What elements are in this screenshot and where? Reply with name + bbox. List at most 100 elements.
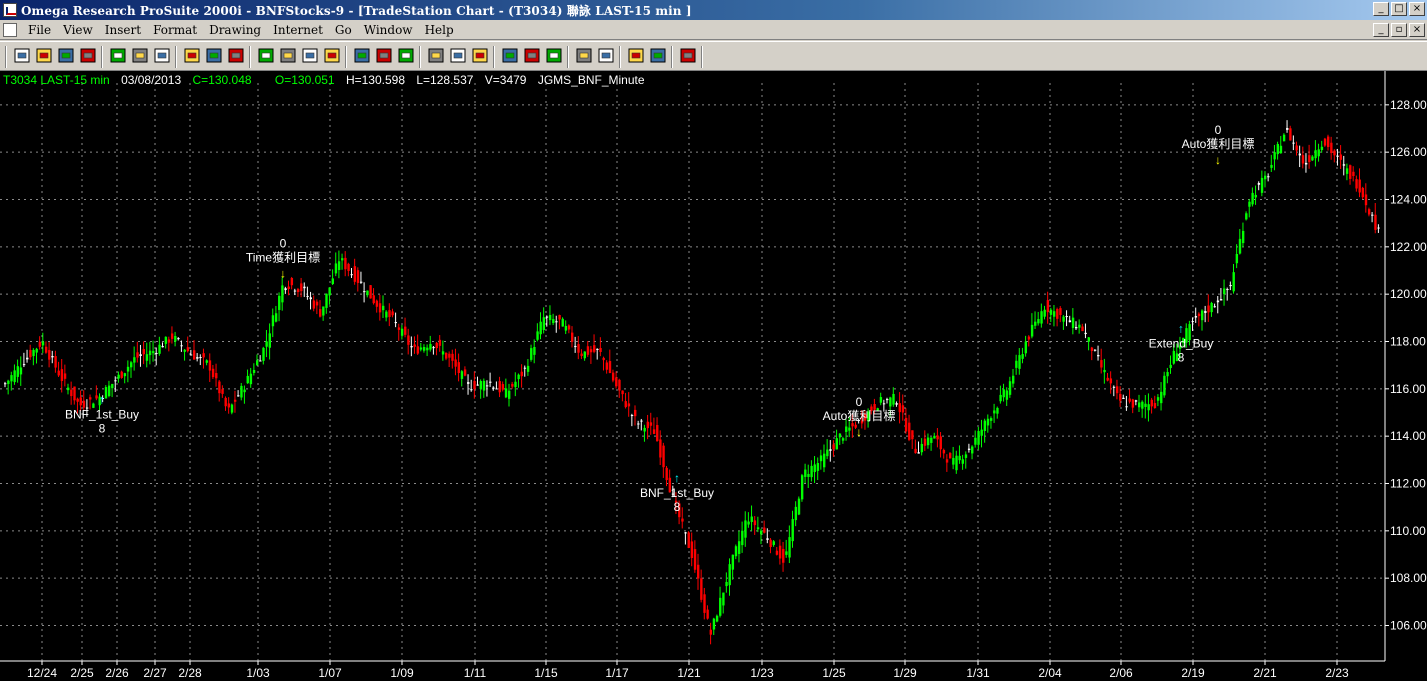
price-bar [974, 437, 977, 445]
doc-minimize-button[interactable]: _ [1373, 23, 1389, 37]
price-bar [971, 446, 974, 454]
price-bar [637, 423, 640, 425]
toolbar-separator [619, 46, 621, 68]
drawing-tool-icon[interactable] [448, 46, 468, 66]
price-bar [949, 453, 952, 459]
menu-insert[interactable]: Insert [99, 23, 147, 37]
price-bar [697, 564, 700, 579]
scroll-right-icon[interactable] [256, 46, 276, 66]
cross-hair-icon[interactable] [500, 46, 520, 66]
price-bar [1219, 299, 1223, 301]
format-analysis-icon[interactable] [152, 46, 172, 66]
document-icon[interactable] [3, 22, 17, 37]
price-bar [1128, 398, 1131, 402]
price-bar [501, 384, 505, 390]
price-bar [189, 354, 193, 356]
trendline-icon[interactable] [470, 46, 490, 66]
status-close: C=130.048 [192, 73, 252, 87]
print-preview-icon[interactable] [130, 46, 150, 66]
menu-file[interactable]: File [22, 23, 57, 37]
menu-view[interactable]: View [57, 23, 99, 37]
expand-chart-icon[interactable] [300, 46, 320, 66]
price-bar [530, 348, 533, 360]
doc-close-button[interactable]: × [1409, 23, 1425, 37]
price-bar [1068, 320, 1072, 323]
menu-drawing[interactable]: Drawing [203, 23, 267, 37]
chart-area[interactable]: T3034 LAST-15 min 03/08/2013 C=130.048 O… [0, 71, 1427, 681]
global-icon[interactable] [648, 46, 668, 66]
bar-chart-icon[interactable] [374, 46, 394, 66]
price-bar [523, 367, 527, 369]
price-bar [958, 455, 961, 461]
close-button[interactable]: × [1409, 2, 1425, 16]
data-window-icon[interactable] [352, 46, 372, 66]
time-shift-icon[interactable] [522, 46, 542, 66]
price-bar [832, 444, 835, 450]
pointer-icon[interactable] [626, 46, 646, 66]
price-bar [722, 592, 725, 606]
menu-internet[interactable]: Internet [267, 23, 329, 37]
save-icon[interactable] [56, 46, 76, 66]
price-bar [259, 360, 262, 362]
price-bar [457, 362, 460, 373]
y-tick-label: 122.00 [1390, 240, 1427, 254]
compress-chart-icon[interactable] [322, 46, 342, 66]
price-bar [287, 286, 290, 290]
doc-restore-button[interactable]: ▫ [1391, 23, 1407, 37]
maximize-button[interactable]: □ [1391, 2, 1407, 16]
price-bar [419, 347, 423, 350]
price-bar [161, 346, 164, 348]
price-bar [177, 338, 180, 340]
price-bar [936, 435, 939, 440]
price-bar [196, 357, 199, 359]
menu-help[interactable]: Help [419, 23, 460, 37]
zoom-out-icon[interactable] [574, 46, 594, 66]
price-bar [1245, 213, 1248, 220]
cursor-icon[interactable] [678, 46, 698, 66]
menu-format[interactable]: Format [147, 23, 203, 37]
new-document-icon[interactable] [12, 46, 32, 66]
menu-go[interactable]: Go [329, 23, 358, 37]
price-bar [989, 418, 993, 421]
insert-indicator-icon[interactable] [204, 46, 224, 66]
buy-arrow: ↑ [99, 393, 105, 407]
price-bar [445, 352, 448, 359]
scroll-end-icon[interactable] [278, 46, 298, 66]
price-bar [611, 372, 615, 381]
price-bar [202, 353, 205, 358]
price-bar [769, 539, 772, 548]
price-bar [851, 423, 854, 427]
y-tick-label: 110.00 [1390, 524, 1426, 538]
open-folder-icon[interactable] [34, 46, 54, 66]
price-bar [693, 549, 697, 570]
scroll-left-icon[interactable] [226, 46, 246, 66]
zoom-in-icon[interactable] [544, 46, 564, 66]
price-bar [22, 364, 26, 366]
price-bar [1349, 165, 1352, 179]
price-bar [363, 291, 366, 293]
price-bar [1008, 381, 1012, 395]
price-bar [133, 357, 136, 363]
price-bar [26, 357, 29, 360]
price-bar [142, 348, 145, 355]
print-icon[interactable] [108, 46, 128, 66]
price-bar [605, 362, 609, 370]
price-bar [1229, 284, 1232, 287]
tools-icon[interactable] [596, 46, 616, 66]
table-icon[interactable] [396, 46, 416, 66]
price-bar [448, 353, 451, 358]
price-bar [1018, 355, 1021, 369]
price-bar [359, 281, 363, 283]
menu-window[interactable]: Window [358, 23, 419, 37]
price-bar [542, 317, 546, 330]
toolbar-separator [671, 46, 673, 68]
open-workspace-icon[interactable] [78, 46, 98, 66]
format-window-icon[interactable] [182, 46, 202, 66]
grid-icon[interactable] [426, 46, 446, 66]
price-bar [1027, 336, 1031, 340]
price-bar [520, 371, 523, 377]
price-bar [416, 346, 420, 354]
minimize-button[interactable]: _ [1373, 2, 1389, 16]
price-chart[interactable]: 128.00 126.00 124.00 122.00 120.00 118.00 116.… [0, 71, 1427, 681]
price-bar [139, 354, 142, 356]
